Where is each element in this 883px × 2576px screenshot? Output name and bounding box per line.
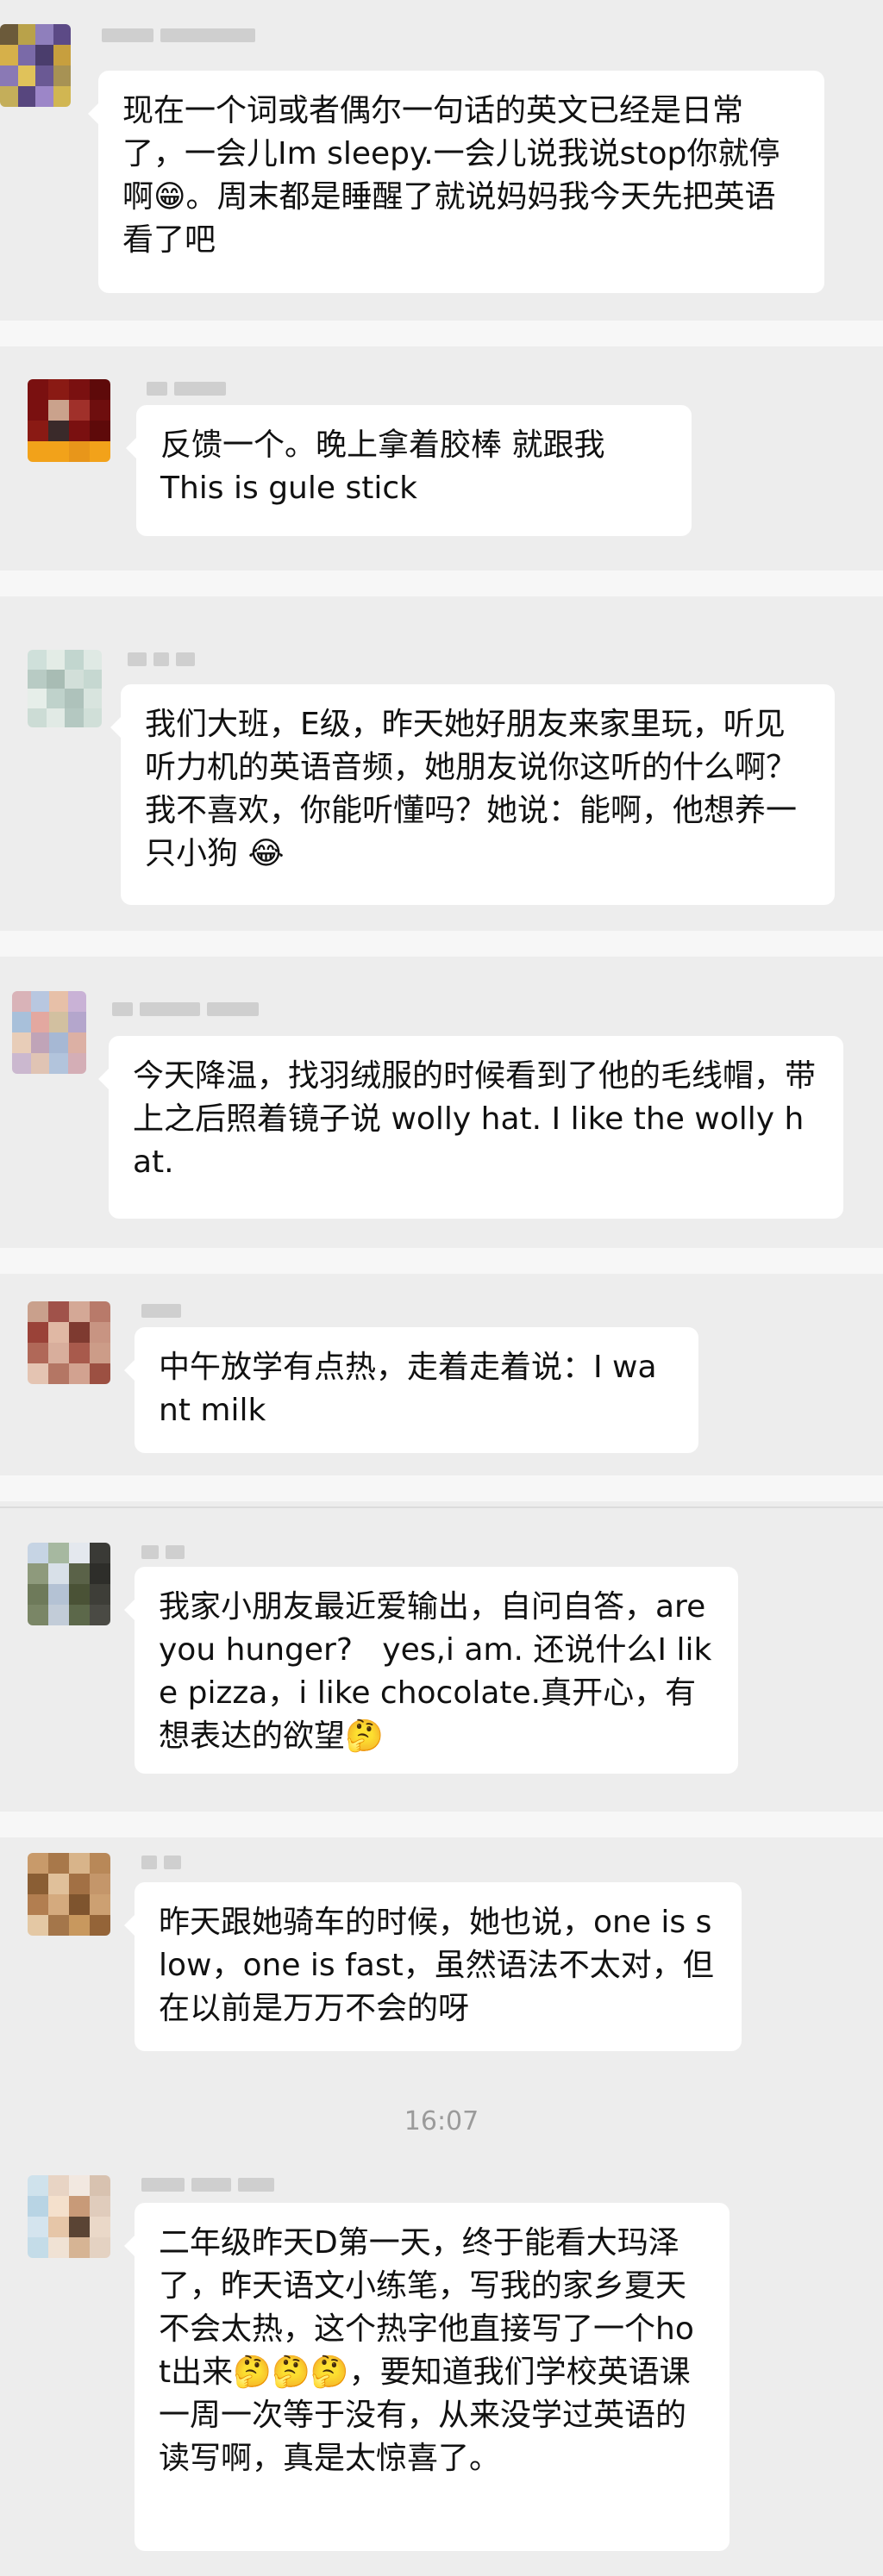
avatar[interactable] [28, 2175, 110, 2258]
message-bubble[interactable]: 二年级昨天D第一天，终于能看大玛泽了，昨天语文小练笔，写我的家乡夏天不会太热，这… [124, 2203, 730, 2551]
message-bubble[interactable]: 反馈一个。晚上拿着胶棒 就跟我 This is gule stick [126, 405, 692, 536]
avatar[interactable] [0, 24, 71, 107]
message-bubble[interactable]: 我们大班，E级，昨天她好朋友来家里玩，听见听力机的英语音频，她朋友说你这听的什么… [110, 684, 835, 905]
separator [0, 1812, 883, 1837]
sender-name [102, 26, 255, 45]
sender-name [141, 1543, 185, 1562]
message-bubble[interactable]: 现在一个词或者偶尔一句话的英文已经是日常了，一会儿Im sleepy.一会儿说我… [88, 71, 824, 293]
separator [0, 571, 883, 596]
message-bubble[interactable]: 中午放学有点热，走着走着说：I want milk [124, 1327, 698, 1453]
message-bubble[interactable]: 我家小朋友最近爱输出，自问自答，are you hunger? yes,i am… [124, 1567, 738, 1774]
separator [0, 931, 883, 957]
avatar[interactable] [28, 1543, 110, 1625]
sender-name [141, 1853, 181, 1872]
avatar[interactable] [28, 650, 102, 727]
separator [0, 1248, 883, 1274]
sender-name [128, 650, 195, 669]
chat-screenshot: 现在一个词或者偶尔一句话的英文已经是日常了，一会儿Im sleepy.一会儿说我… [0, 0, 883, 2576]
sender-name [141, 2175, 274, 2194]
timestamp: 16:07 [404, 2106, 479, 2136]
avatar[interactable] [12, 991, 86, 1074]
separator [0, 1475, 883, 1501]
avatar[interactable] [28, 1853, 110, 1936]
sender-name [112, 1000, 259, 1019]
message-bubble[interactable]: 今天降温，找羽绒服的时候看到了他的毛线帽，带上之后照着镜子说 wolly hat… [98, 1036, 843, 1219]
sender-name [147, 379, 226, 398]
divider [0, 1506, 883, 1508]
sender-name [141, 1301, 181, 1320]
message-bubble[interactable]: 昨天跟她骑车的时候，她也说，one is slow，one is fast，虽然… [124, 1882, 742, 2051]
avatar[interactable] [28, 379, 110, 462]
separator [0, 321, 883, 346]
avatar[interactable] [28, 1301, 110, 1384]
